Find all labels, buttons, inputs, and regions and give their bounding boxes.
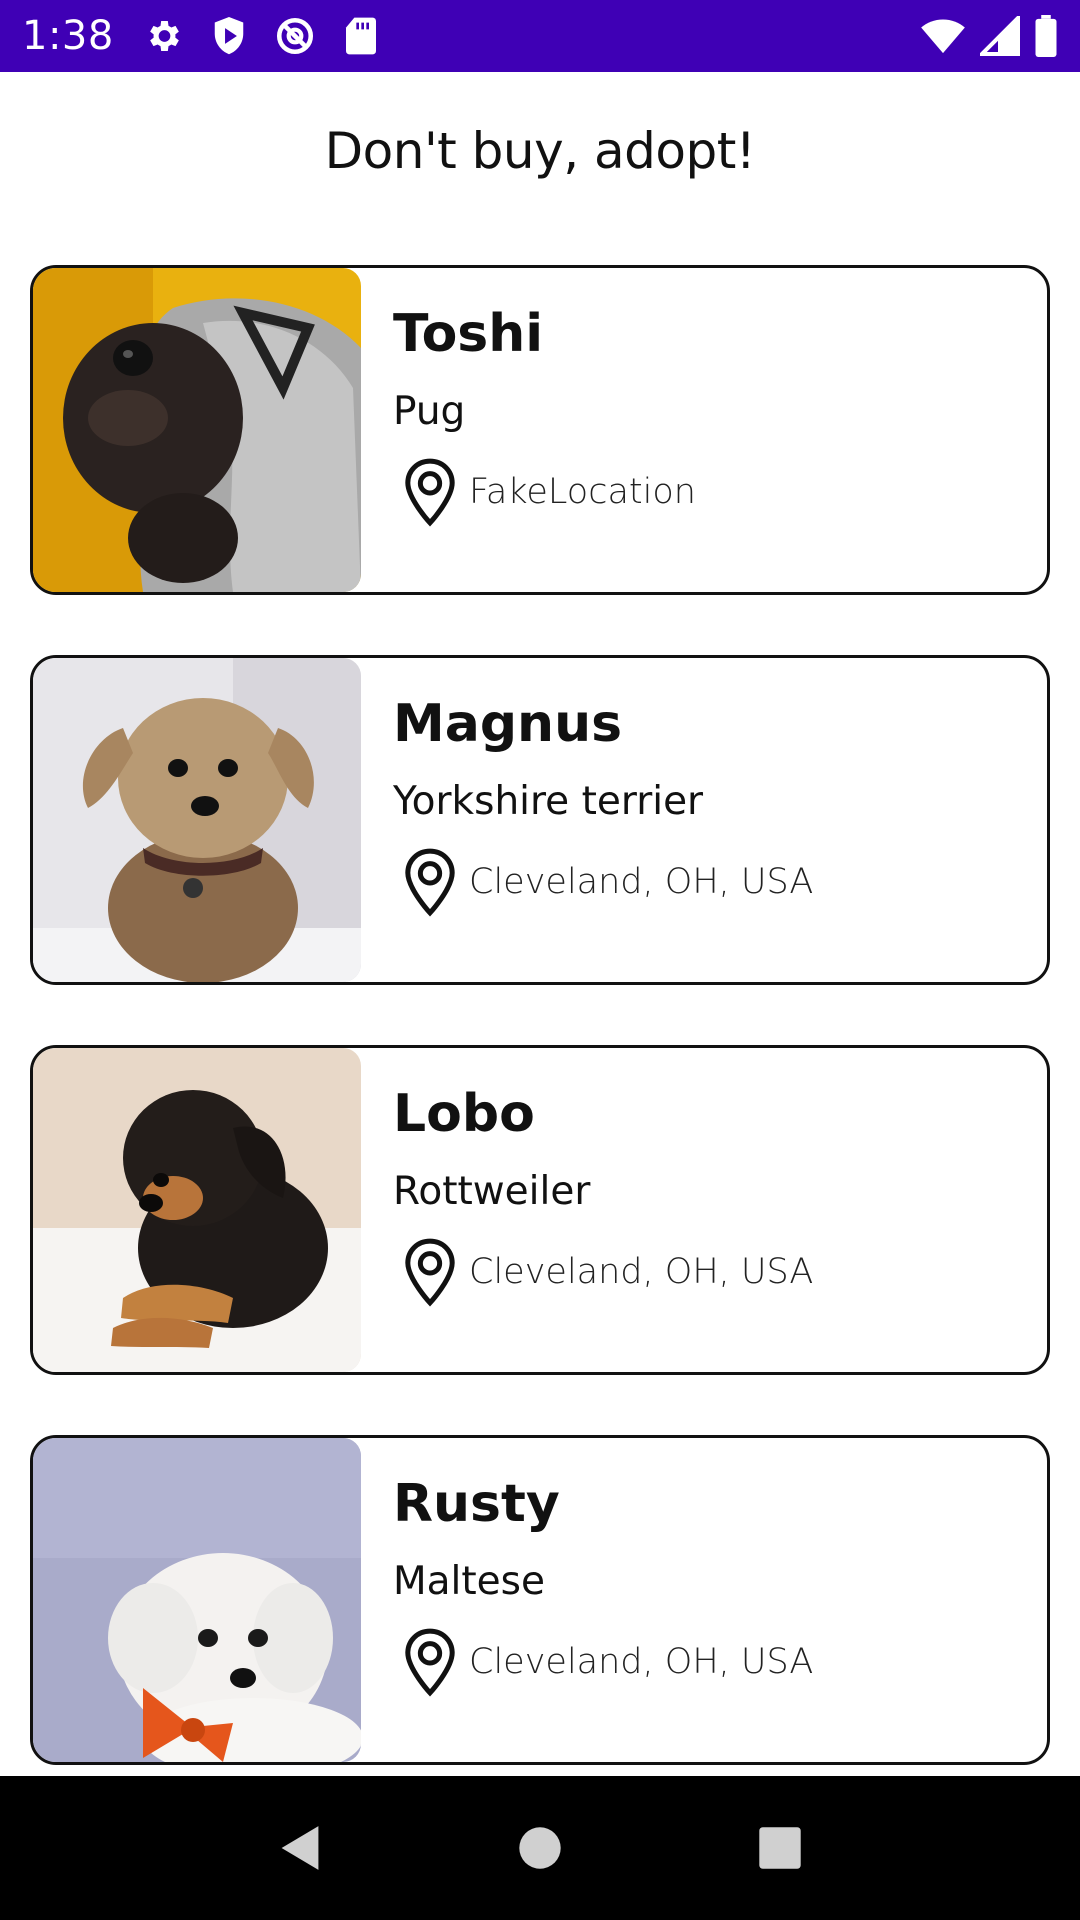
pet-photo [33, 1048, 361, 1372]
pet-list[interactable]: Toshi Pug FakeLocation Magnus Yorkshire … [30, 265, 1050, 1825]
pet-name: Toshi [393, 304, 544, 364]
status-time: 1:38 [22, 13, 114, 59]
pet-name: Lobo [393, 1084, 535, 1144]
pet-card[interactable]: Lobo Rottweiler Cleveland, OH, USA [30, 1045, 1050, 1375]
pet-name: Magnus [393, 694, 623, 754]
status-system-icons [920, 15, 1058, 57]
pet-photo [33, 268, 361, 592]
page-title: Don't buy, adopt! [324, 122, 756, 180]
pet-breed: Yorkshire terrier [393, 779, 704, 824]
location-text: Cleveland, OH, USA [469, 1252, 814, 1292]
signal-icon [980, 16, 1020, 56]
location-text: Cleveland, OH, USA [469, 862, 814, 902]
pet-location: Cleveland, OH, USA [393, 1236, 813, 1308]
location-pin-icon [399, 456, 461, 528]
status-bar: 1:38 [0, 0, 1080, 72]
pet-card[interactable]: Magnus Yorkshire terrier Cleveland, OH, … [30, 655, 1050, 985]
pet-location: Cleveland, OH, USA [393, 846, 813, 918]
pet-location: Cleveland, OH, USA [393, 1626, 813, 1698]
wifi-icon [920, 17, 966, 55]
pet-breed: Maltese [393, 1559, 545, 1604]
play-shield-icon [206, 13, 252, 59]
pet-card[interactable]: Rusty Maltese Cleveland, OH, USA [30, 1435, 1050, 1765]
location-text: Cleveland, OH, USA [469, 1642, 814, 1682]
pet-name: Rusty [393, 1474, 560, 1534]
pet-breed: Rottweiler [393, 1169, 591, 1214]
pet-photo [33, 658, 361, 982]
status-notification-icons [140, 13, 384, 59]
gear-icon [140, 13, 186, 59]
back-icon[interactable] [260, 1808, 340, 1888]
pet-photo [33, 1438, 361, 1762]
pet-card[interactable]: Toshi Pug FakeLocation [30, 265, 1050, 595]
sync-blocked-icon [272, 13, 318, 59]
location-text: FakeLocation [469, 472, 696, 512]
pet-info: Lobo Rottweiler Cleveland, OH, USA [393, 1084, 813, 1308]
pet-info: Rusty Maltese Cleveland, OH, USA [393, 1474, 813, 1698]
home-icon[interactable] [500, 1808, 580, 1888]
battery-icon [1034, 15, 1058, 57]
recents-icon[interactable] [740, 1808, 820, 1888]
pet-breed: Pug [393, 389, 466, 434]
sd-card-icon [338, 13, 384, 59]
pet-info: Magnus Yorkshire terrier Cleveland, OH, … [393, 694, 813, 918]
pet-info: Toshi Pug FakeLocation [393, 304, 696, 528]
location-pin-icon [399, 1236, 461, 1308]
pet-location: FakeLocation [393, 456, 696, 528]
location-pin-icon [399, 1626, 461, 1698]
system-nav-bar [0, 1776, 1080, 1920]
location-pin-icon [399, 846, 461, 918]
